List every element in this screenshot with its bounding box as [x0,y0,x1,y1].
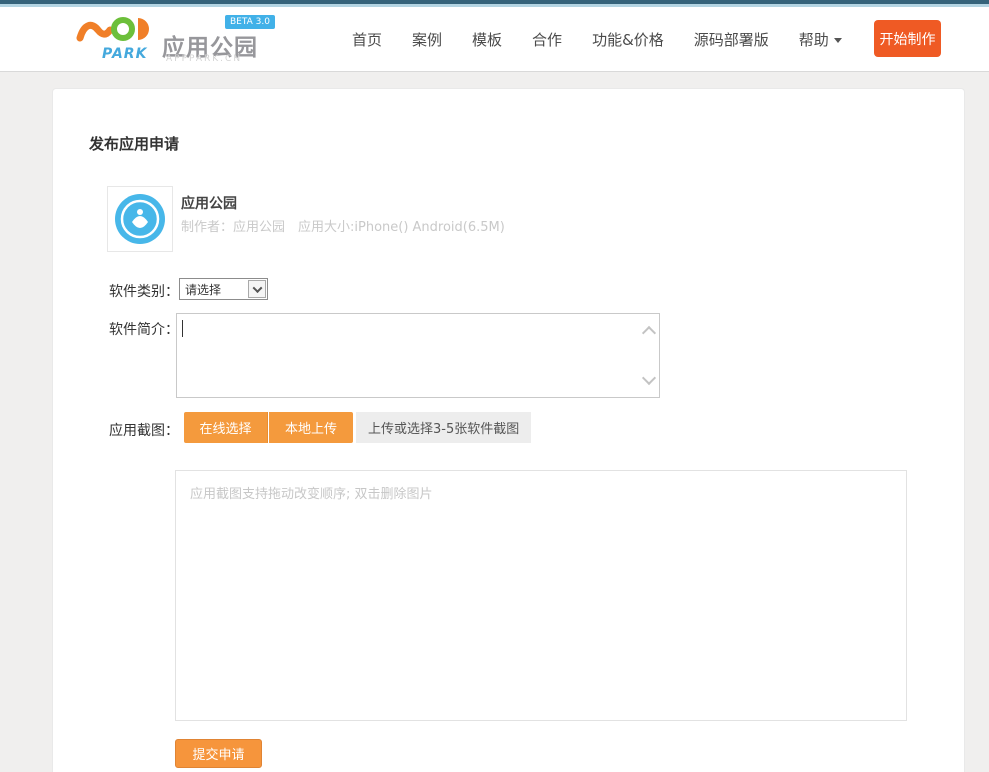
app-meta: 制作者：应用公园 应用大小:iPhone() Android(6.5M) [181,216,505,235]
category-select[interactable]: 请选择 [179,278,268,300]
online-select-button[interactable]: 在线选择 [184,412,268,443]
publish-form-card: 发布应用申请 应用公园 制作者：应用公园 应用大小:iPhone() Andro… [52,88,965,772]
chevron-down-icon [834,38,842,43]
start-creating-button[interactable]: 开始制作 [874,20,941,57]
main-nav: 首页 案例 模板 合作 功能&价格 源码部署版 帮助 [352,7,842,72]
chevron-down-icon [252,283,262,293]
category-select-value: 请选择 [180,281,248,298]
intro-label: 软件简介： [109,319,179,339]
intro-textarea[interactable] [176,313,660,398]
nav-item-help-label: 帮助 [799,31,829,49]
app-icon [113,192,167,246]
header: PARK 应用公园 APPPARK.CN BETA 3.0 首页 案例 模板 合… [0,0,989,72]
category-label: 软件类别： [109,281,179,301]
nav-item-source[interactable]: 源码部署版 [694,29,769,50]
nav-item-templates[interactable]: 模板 [472,29,502,50]
screenshots-dropzone[interactable]: 应用截图支持拖动改变顺序; 双击删除图片 [175,470,907,721]
nav-item-coop[interactable]: 合作 [532,29,562,50]
app-park-publish-page: PARK 应用公园 APPPARK.CN BETA 3.0 首页 案例 模板 合… [0,0,989,772]
text-caret [182,320,183,337]
upload-hint: 上传或选择3-5张软件截图 [356,412,531,443]
app-icon-frame [107,186,173,252]
dropzone-placeholder: 应用截图支持拖动改变顺序; 双击删除图片 [190,483,433,502]
logo[interactable]: PARK 应用公园 APPPARK.CN BETA 3.0 [76,10,266,68]
nav-item-pricing[interactable]: 功能&价格 [592,29,664,50]
select-dropdown-button[interactable] [248,280,266,298]
nav-item-home[interactable]: 首页 [352,29,382,50]
page-title: 发布应用申请 [89,133,179,154]
submit-application-button[interactable]: 提交申请 [175,739,262,768]
scroll-down-icon[interactable] [642,371,656,385]
logo-park-text: PARK [102,46,147,62]
beta-badge: BETA 3.0 [225,15,275,29]
screenshots-label: 应用截图： [109,420,179,440]
app-name: 应用公园 [181,193,237,213]
scroll-up-icon[interactable] [642,326,656,340]
logo-subtitle: APPPARK.CN [166,54,242,64]
local-upload-button[interactable]: 本地上传 [269,412,353,443]
nav-item-help[interactable]: 帮助 [799,29,842,50]
nav-item-cases[interactable]: 案例 [412,29,442,50]
